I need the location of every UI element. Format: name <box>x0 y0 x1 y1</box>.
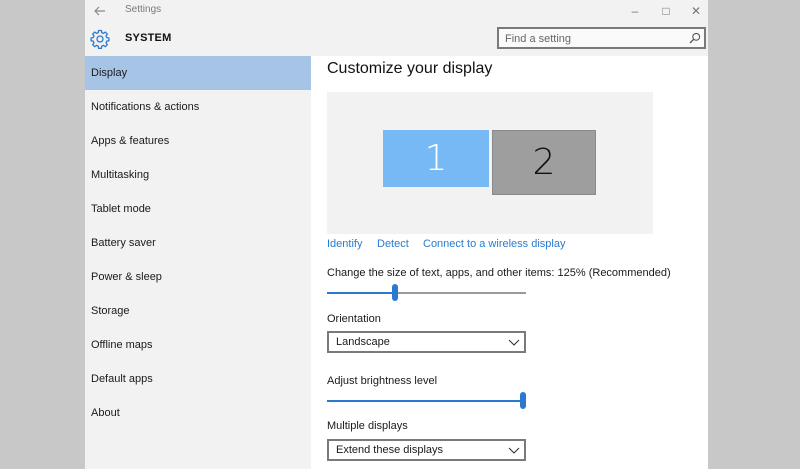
sidebar-item-label: Battery saver <box>91 237 156 249</box>
sidebar-item-default-apps[interactable]: Default apps <box>85 362 311 396</box>
sidebar-item-power-sleep[interactable]: Power & sleep <box>85 260 311 294</box>
chevron-down-icon <box>508 339 520 346</box>
monitor-number: 2 <box>532 142 556 183</box>
maximize-icon: □ <box>662 4 670 18</box>
chevron-down-icon <box>508 447 520 454</box>
search-icon[interactable] <box>689 32 701 44</box>
settings-window: Settings – □ ✕ SYSTEM Disp <box>85 0 708 469</box>
search-input[interactable] <box>505 31 685 46</box>
sidebar-item-battery-saver[interactable]: Battery saver <box>85 226 311 260</box>
sidebar-item-label: Power & sleep <box>91 271 162 283</box>
title-bar: Settings – □ ✕ <box>85 0 708 22</box>
monitor-2[interactable]: 2 <box>492 130 596 195</box>
display-arrangement: 1 2 <box>327 92 653 234</box>
close-button[interactable]: ✕ <box>679 0 708 22</box>
sidebar-item-multitasking[interactable]: Multitasking <box>85 158 311 192</box>
sidebar-item-label: Storage <box>91 305 130 317</box>
slider-thumb[interactable] <box>520 392 526 409</box>
multiple-displays-label: Multiple displays <box>327 420 408 432</box>
monitor-1[interactable]: 1 <box>383 130 489 187</box>
orientation-dropdown[interactable]: Landscape <box>327 331 526 353</box>
minimize-button[interactable]: – <box>618 0 652 22</box>
window-title: Settings <box>125 4 162 15</box>
gear-icon <box>90 29 110 49</box>
sidebar-item-label: Tablet mode <box>91 203 151 215</box>
wireless-display-link[interactable]: Connect to a wireless display <box>423 238 565 250</box>
sidebar-item-label: Offline maps <box>91 339 153 351</box>
sidebar-item-about[interactable]: About <box>85 396 311 430</box>
sidebar-item-label: About <box>91 407 120 419</box>
header: SYSTEM <box>85 22 708 56</box>
dropdown-value: Landscape <box>336 336 390 348</box>
back-arrow-icon <box>94 6 105 16</box>
scale-label: Change the size of text, apps, and other… <box>327 267 671 279</box>
close-icon: ✕ <box>690 4 702 18</box>
sidebar-item-label: Display <box>91 67 128 79</box>
sidebar-item-label: Apps & features <box>91 135 170 147</box>
sidebar-item-tablet-mode[interactable]: Tablet mode <box>85 192 311 226</box>
main-content: Customize your display 1 2 Identify Dete… <box>311 56 708 469</box>
minimize-icon: – <box>631 4 639 18</box>
back-button[interactable] <box>85 0 115 22</box>
brightness-label: Adjust brightness level <box>327 375 438 387</box>
sidebar-item-apps-features[interactable]: Apps & features <box>85 124 311 158</box>
detect-link[interactable]: Detect <box>377 238 409 250</box>
slider-fill <box>327 400 526 402</box>
sidebar: Display Notifications & actions Apps & f… <box>85 56 311 469</box>
orientation-label: Orientation <box>327 313 381 325</box>
maximize-button[interactable]: □ <box>649 0 683 22</box>
dropdown-value: Extend these displays <box>336 444 444 456</box>
sidebar-item-label: Default apps <box>91 373 153 385</box>
sidebar-item-label: Multitasking <box>91 169 150 181</box>
slider-thumb[interactable] <box>391 284 398 301</box>
section-title: SYSTEM <box>125 32 172 44</box>
search-box[interactable] <box>497 27 706 49</box>
page-title: Customize your display <box>327 60 493 77</box>
sidebar-item-notifications[interactable]: Notifications & actions <box>85 90 311 124</box>
slider-fill <box>327 292 395 294</box>
multiple-displays-dropdown[interactable]: Extend these displays <box>327 439 526 461</box>
monitor-number: 1 <box>424 138 448 179</box>
sidebar-item-offline-maps[interactable]: Offline maps <box>85 328 311 362</box>
sidebar-item-storage[interactable]: Storage <box>85 294 311 328</box>
identify-link[interactable]: Identify <box>327 238 362 250</box>
sidebar-item-label: Notifications & actions <box>91 101 200 113</box>
sidebar-item-display[interactable]: Display <box>85 56 311 90</box>
